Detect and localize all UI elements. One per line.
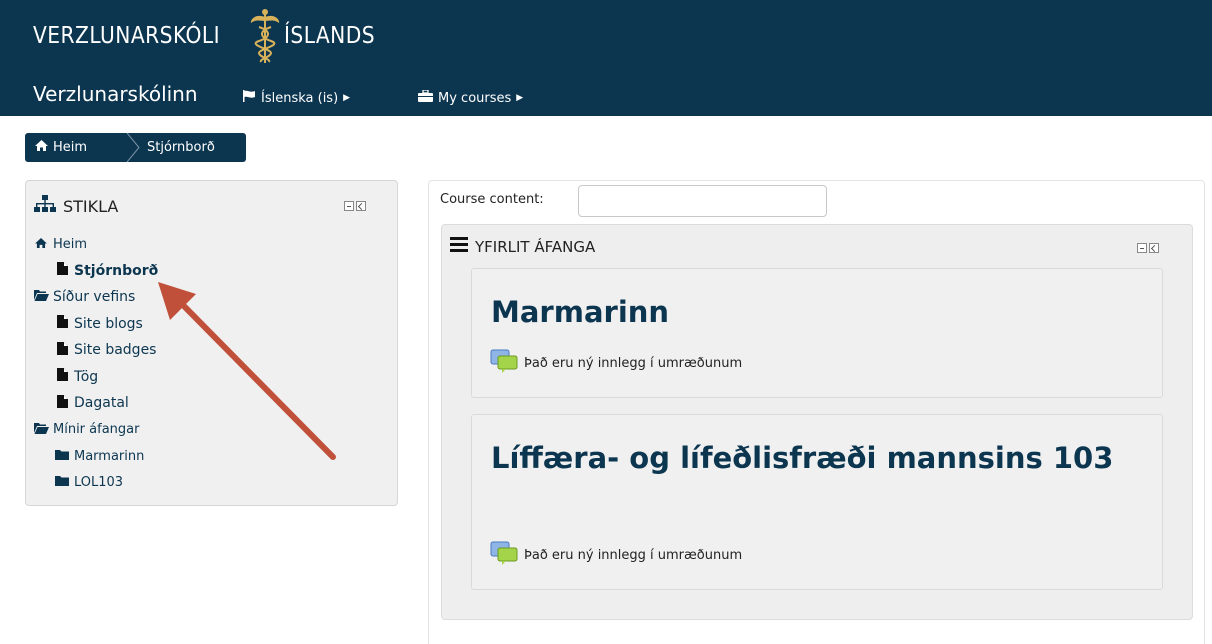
flag-icon (242, 90, 256, 106)
folder-icon (55, 449, 69, 464)
overview-header: YFIRLIT ÁFANGA (450, 237, 595, 256)
nav-item-lol103[interactable]: LOL103 (34, 470, 158, 497)
overview-block-controls (1137, 243, 1159, 253)
language-label: Íslenska (is) (261, 90, 339, 106)
page-icon (55, 262, 69, 279)
overview-title: YFIRLIT ÁFANGA (475, 237, 596, 256)
breadcrumb-separator (125, 132, 141, 163)
site-brand-link[interactable]: Verzlunarskólinn (33, 82, 198, 106)
course-content-input[interactable] (578, 185, 827, 217)
nav-item-dagatal[interactable]: Dagatal (34, 390, 158, 417)
breadcrumb-current[interactable]: Stjórnborð (141, 140, 215, 155)
navigation-tree: Heim Stjórnborð Síður vefins Site blogs … (34, 231, 158, 496)
forum-notice[interactable]: Það eru ný innlegg í umræðunum (490, 541, 742, 569)
nav-item-minir-afangar[interactable]: Mínir áfangar (34, 417, 158, 444)
forum-posts-icon (490, 349, 520, 377)
block-header: STIKLA (34, 195, 118, 218)
forum-notice-text: Það eru ný innlegg í umræðunum (524, 547, 743, 563)
page-icon (55, 341, 69, 359)
page-icon (55, 315, 69, 332)
breadcrumb: Heim Stjórnborð (25, 132, 246, 163)
briefcase-icon (418, 89, 433, 106)
course-title-link[interactable]: Marmarinn (491, 289, 669, 335)
page-icon (55, 368, 69, 385)
block-controls (344, 201, 366, 211)
nav-item-stjornbord[interactable]: Stjórnborð (34, 258, 158, 285)
dock-block-icon[interactable] (1149, 243, 1159, 253)
forum-notice-text: Það eru ný innlegg í umræðunum (524, 355, 743, 371)
nav-item-marmarinn[interactable]: Marmarinn (34, 443, 158, 470)
nav-item-sidur-vefins[interactable]: Síður vefins (34, 284, 158, 311)
caduceus-icon (250, 9, 279, 63)
course-title-link[interactable]: Líffæra- og lífeðlisfræði mannsins 103 (491, 435, 1131, 481)
my-courses-label: My courses (438, 90, 512, 106)
sitemap-icon (34, 195, 56, 218)
site-logo[interactable]: VERZLUNARSKÓLI ÍSLANDS (33, 6, 387, 66)
course-card: Marmarinn Það eru ný innlegg í umræðunum (471, 268, 1163, 398)
caret-right-icon: ▶ (516, 93, 524, 103)
folder-icon (55, 475, 69, 490)
home-icon (35, 140, 48, 155)
my-courses-menu[interactable]: My courses ▶ (418, 89, 524, 106)
collapse-block-icon[interactable] (1137, 243, 1147, 253)
logo-text-right: ÍSLANDS (283, 23, 375, 49)
breadcrumb-home[interactable]: Heim (25, 140, 125, 155)
home-icon (34, 237, 48, 252)
site-header: VERZLUNARSKÓLI ÍSLANDS Verzlunarskólinn … (0, 0, 1212, 116)
course-card: Líffæra- og lífeðlisfræði mannsins 103 Þ… (471, 414, 1163, 590)
language-menu[interactable]: Íslenska (is) ▶ (242, 90, 350, 106)
breadcrumb-home-label: Heim (53, 140, 88, 155)
caret-right-icon: ▶ (343, 93, 351, 103)
navigation-block: STIKLA Heim Stjórnborð Síður vefins Site… (25, 180, 398, 506)
forum-posts-icon (490, 541, 520, 569)
nav-item-tog[interactable]: Tög (34, 364, 158, 391)
nav-item-site-badges[interactable]: Site badges (34, 337, 158, 364)
course-content-label: Course content: (440, 192, 544, 207)
collapse-block-icon[interactable] (344, 201, 354, 211)
nav-item-site-blogs[interactable]: Site blogs (34, 311, 158, 338)
block-title: STIKLA (63, 197, 119, 216)
logo-text-left: VERZLUNARSKÓLI (33, 23, 221, 49)
nav-item-heim[interactable]: Heim (34, 231, 158, 258)
folder-open-icon (34, 289, 49, 305)
dock-block-icon[interactable] (356, 201, 366, 211)
page-icon (55, 394, 69, 412)
menu-icon[interactable] (450, 237, 468, 256)
folder-open-icon (34, 422, 49, 438)
forum-notice[interactable]: Það eru ný innlegg í umræðunum (490, 349, 742, 377)
